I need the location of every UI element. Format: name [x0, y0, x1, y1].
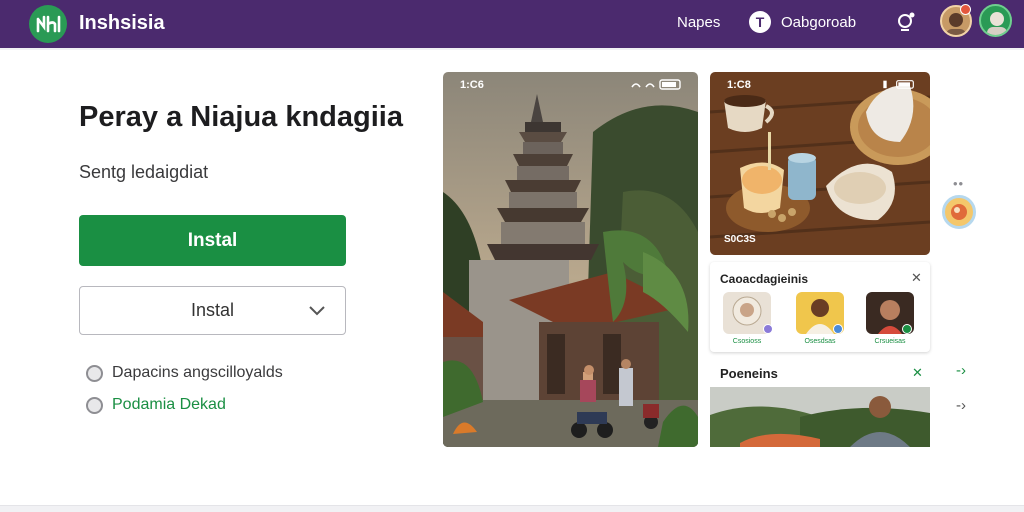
more-options-icon[interactable]: ••	[953, 176, 964, 191]
logo-icon[interactable]	[29, 5, 67, 43]
install-options-dropdown[interactable]: Instal	[79, 286, 346, 335]
thumbnail-label: Csosioss	[732, 338, 762, 345]
status-bar-icons	[883, 80, 914, 89]
thumbnail-badge	[763, 324, 773, 334]
top-bar: Inshsisia Napes T Oabgoroab	[0, 0, 1024, 48]
screenshot-food[interactable]: 1:C8 S0C3S	[710, 72, 930, 255]
thumbnail-label: Crsueisas	[874, 338, 906, 345]
close-icon[interactable]: ✕	[912, 365, 923, 381]
panel-title: Caoacdagieinis	[720, 272, 809, 286]
status-time: 1:C6	[460, 79, 484, 91]
photo-stamp: S0C3S	[724, 234, 756, 245]
feature-bullet-icon	[86, 364, 103, 382]
notification-icon[interactable]	[895, 10, 917, 34]
install-button[interactable]: Instal	[79, 215, 346, 266]
feature-item: Dapacins angscilloyalds	[86, 364, 283, 382]
account-avatar[interactable]	[979, 4, 1012, 37]
install-options-label: Instal	[190, 300, 235, 320]
feature-label: Podamia Dekad	[112, 396, 226, 413]
page-subtitle: Sentg ledaigdiat	[79, 162, 209, 182]
feature-label: Dapacins angscilloyalds	[112, 364, 283, 381]
feature-item[interactable]: Podamia Dekad	[86, 396, 226, 414]
people-panel: Caoacdagieinis ✕ Csosioss Osesdsas Crsue…	[710, 262, 930, 352]
side-avatar[interactable]	[942, 195, 976, 229]
nav-link-oabgoroab[interactable]: Oabgoroab	[781, 14, 856, 31]
close-icon[interactable]: ✕	[911, 270, 922, 286]
media-image[interactable]	[710, 387, 930, 447]
chevron-down-icon	[309, 306, 325, 316]
media-panel: Poeneins ✕	[710, 360, 930, 448]
page-title: Peray a Niajua kndagiia	[79, 101, 403, 133]
screenshot-temple[interactable]: 1:C6	[443, 72, 698, 447]
status-time: 1:C8	[727, 79, 751, 91]
notification-badge	[960, 4, 971, 15]
nav-link-napes[interactable]: Napes	[677, 14, 720, 31]
thumbnail-badge	[902, 324, 912, 334]
t-icon[interactable]: T	[749, 11, 771, 33]
app-name[interactable]: Inshsisia	[79, 12, 165, 35]
thumbnail-badge	[833, 324, 843, 334]
panel-title: Poeneins	[720, 366, 778, 381]
feature-bullet-icon	[86, 396, 103, 414]
status-bar-icons	[631, 79, 681, 90]
arrow-right-icon[interactable]: -›	[956, 362, 966, 379]
arrow-right-icon[interactable]: -›	[956, 397, 966, 414]
thumbnail-label: Osesdsas	[804, 338, 836, 345]
